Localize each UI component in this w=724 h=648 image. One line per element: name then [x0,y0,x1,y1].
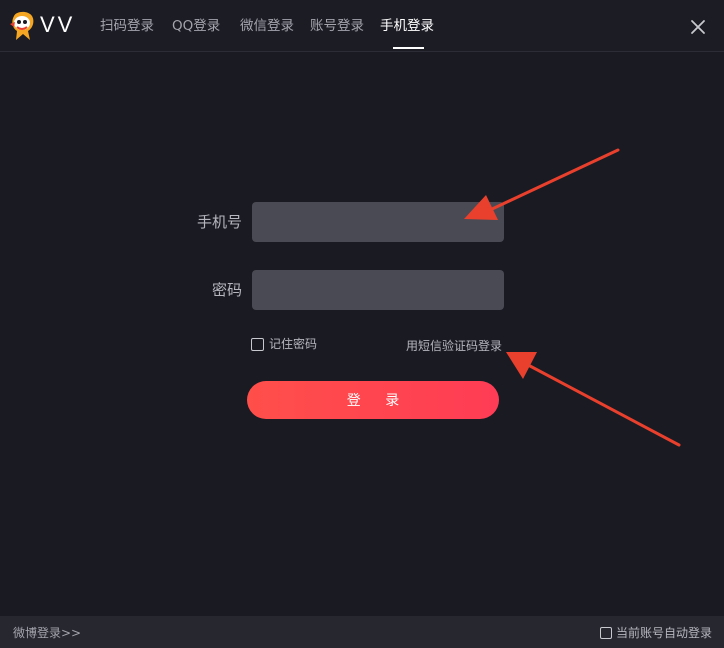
mascot-logo-icon [10,11,34,40]
arrow-to-sms-link-icon [506,352,681,447]
password-input[interactable] [252,270,504,310]
remember-password-checkbox[interactable] [251,338,264,351]
active-tab-indicator [393,47,424,49]
close-icon[interactable] [689,18,707,36]
auto-login-label[interactable]: 当前账号自动登录 [616,625,712,641]
login-button[interactable]: 登 录 [247,381,499,419]
annotation-arrows [464,148,681,447]
title-bar: VV 扫码登录 QQ登录 微信登录 账号登录 手机登录 [0,0,724,52]
password-label: 密码 [211,281,242,299]
tab-account-login[interactable]: 账号登录 [310,16,364,36]
phone-input[interactable] [252,202,504,242]
tab-qr-login[interactable]: 扫码登录 [100,16,154,36]
footer-bar: 微博登录>> 当前账号自动登录 [0,616,724,648]
phone-label: 手机号 [196,213,242,231]
tab-qq-login[interactable]: QQ登录 [172,16,220,36]
tab-phone-login[interactable]: 手机登录 [380,16,434,36]
auto-login-checkbox[interactable] [600,627,612,639]
sms-login-link[interactable]: 用短信验证码登录 [406,337,502,355]
weibo-login-link[interactable]: 微博登录>> [13,625,81,641]
app-name: VV [40,12,76,37]
tab-wechat-login[interactable]: 微信登录 [240,16,294,36]
remember-password-label[interactable]: 记住密码 [269,335,317,353]
